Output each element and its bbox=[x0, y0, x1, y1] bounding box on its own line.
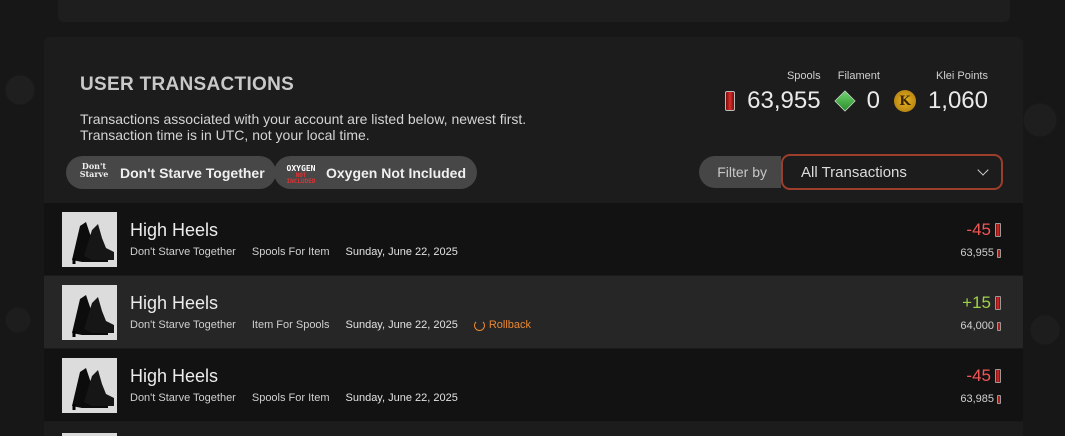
currency-balances: Spools 63,955 Filament 0 Klei Points K 1… bbox=[725, 70, 988, 115]
transaction-date: Sunday, June 22, 2025 bbox=[345, 392, 458, 404]
item-thumbnail bbox=[62, 212, 117, 267]
klei-points-balance: Klei Points K 1,060 bbox=[893, 70, 988, 115]
balance-after-value: 64,000 bbox=[960, 320, 994, 332]
spool-icon bbox=[995, 296, 1001, 310]
spool-icon bbox=[997, 394, 1001, 404]
spool-icon bbox=[997, 321, 1001, 331]
item-thumbnail bbox=[62, 285, 117, 340]
filament-balance: Filament 0 bbox=[833, 70, 880, 115]
balance-after-value: 63,985 bbox=[960, 393, 994, 405]
transaction-meta: Don't Starve Together Spools For Item Su… bbox=[130, 392, 458, 404]
transaction-type: Spools For Item bbox=[251, 392, 330, 404]
transaction-row[interactable]: High Heels Don't Starve Together Spools … bbox=[44, 349, 1023, 422]
section-description: Transactions associated with your accoun… bbox=[80, 111, 526, 143]
filter-label: Filter by bbox=[699, 156, 781, 188]
spools-value: 63,955 bbox=[747, 87, 821, 114]
spools-balance: Spools 63,955 bbox=[725, 70, 821, 115]
user-transactions-panel: USER TRANSACTIONS Transactions associate… bbox=[44, 37, 1023, 436]
item-thumbnail bbox=[62, 358, 117, 413]
section-title: USER TRANSACTIONS bbox=[80, 74, 295, 95]
oni-logo-icon: OXYGEN NOT INCLUDED bbox=[286, 163, 316, 185]
amount-value: +15 bbox=[962, 293, 991, 312]
game-label: Don't Starve Together bbox=[120, 164, 265, 181]
game-filter-oni-button[interactable]: OXYGEN NOT INCLUDED Oxygen Not Included bbox=[274, 156, 478, 189]
klei-coin-icon: K bbox=[893, 90, 916, 112]
item-name: High Heels bbox=[130, 293, 219, 313]
spool-icon bbox=[995, 369, 1001, 383]
amount-value: -45 bbox=[966, 220, 991, 239]
rollback-label: Rollback bbox=[488, 319, 532, 331]
transaction-meta: Don't Starve Together Spools For Item Su… bbox=[130, 246, 458, 258]
spools-label: Spools bbox=[786, 70, 821, 82]
item-name: High Heels bbox=[130, 220, 219, 240]
transaction-amount: +15 bbox=[962, 293, 1001, 313]
balance-after: 64,000 bbox=[960, 320, 1001, 332]
amount-value: -45 bbox=[966, 366, 991, 385]
dst-logo-icon: Don't Starve bbox=[79, 160, 109, 179]
filament-label: Filament bbox=[837, 70, 880, 82]
balance-after: 63,985 bbox=[960, 393, 1001, 405]
previous-section-panel bbox=[58, 0, 1010, 22]
balance-after: 63,955 bbox=[960, 247, 1001, 259]
transaction-amount: -45 bbox=[966, 220, 1001, 240]
chevron-down-icon bbox=[977, 164, 989, 176]
description-line-2: Transaction time is in UTC, not your loc… bbox=[80, 127, 370, 143]
balance-after-value: 63,955 bbox=[960, 247, 994, 259]
transaction-game: Don't Starve Together bbox=[130, 319, 236, 331]
transaction-game: Don't Starve Together bbox=[130, 392, 236, 404]
game-filter-dst-button[interactable]: Don't Starve Don't Starve Together bbox=[66, 156, 276, 189]
transaction-list: High Heels Don't Starve Together Spools … bbox=[44, 203, 1023, 422]
spool-icon bbox=[997, 248, 1001, 258]
klei-points-label: Klei Points bbox=[936, 70, 988, 82]
transaction-type: Spools For Item bbox=[251, 246, 330, 258]
rollback-icon bbox=[473, 319, 485, 331]
transaction-game: Don't Starve Together bbox=[130, 246, 236, 258]
filament-icon bbox=[833, 90, 856, 112]
filament-value: 0 bbox=[866, 87, 880, 114]
game-label: Oxygen Not Included bbox=[326, 164, 467, 181]
rollback-link[interactable]: Rollback bbox=[473, 319, 532, 331]
transaction-row[interactable]: High Heels Don't Starve Together Spools … bbox=[44, 203, 1023, 276]
transaction-filter: Filter by All Transactions bbox=[699, 154, 1003, 190]
filter-dropdown[interactable]: All Transactions bbox=[781, 154, 1003, 190]
spool-icon bbox=[725, 91, 736, 111]
description-line-1: Transactions associated with your accoun… bbox=[80, 111, 527, 127]
transaction-row[interactable]: High Heels Don't Starve Together Item Fo… bbox=[44, 276, 1023, 349]
transaction-meta: Don't Starve Together Item For Spools Su… bbox=[130, 319, 531, 331]
item-name: High Heels bbox=[130, 366, 219, 386]
transaction-type: Item For Spools bbox=[251, 319, 330, 331]
transaction-date: Sunday, June 22, 2025 bbox=[345, 246, 458, 258]
filter-selected-value: All Transactions bbox=[801, 163, 907, 181]
transaction-amount: -45 bbox=[966, 366, 1001, 386]
spool-icon bbox=[995, 223, 1001, 237]
klei-points-value: 1,060 bbox=[927, 87, 988, 114]
transaction-date: Sunday, June 22, 2025 bbox=[345, 319, 458, 331]
